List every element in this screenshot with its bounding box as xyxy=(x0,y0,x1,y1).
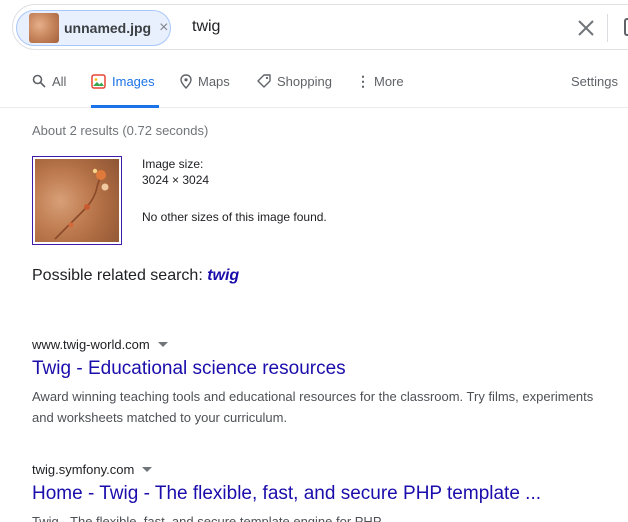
images-icon xyxy=(91,74,106,89)
related-search: Possible related search: twig xyxy=(32,267,239,285)
result-url[interactable]: www.twig-world.com xyxy=(32,337,150,352)
twig-image xyxy=(35,159,119,242)
search-icon xyxy=(32,74,46,88)
search-input[interactable]: twig xyxy=(192,18,220,36)
no-other-sizes-text: No other sizes of this image found. xyxy=(142,210,327,224)
tab-images-label: Images xyxy=(112,74,155,89)
chip-filename: unnamed.jpg xyxy=(64,20,152,36)
settings-label: Settings xyxy=(571,74,618,89)
search-bar: unnamed.jpg × twig xyxy=(0,0,628,56)
map-pin-icon xyxy=(180,74,192,89)
tab-images[interactable]: Images xyxy=(91,74,159,108)
chip-thumbnail xyxy=(29,13,59,43)
chip-close-icon[interactable]: × xyxy=(159,20,168,36)
tab-shopping[interactable]: Shopping xyxy=(257,74,332,108)
related-search-prefix: Possible related search: xyxy=(32,267,208,284)
search-divider xyxy=(607,14,608,42)
tag-icon xyxy=(257,74,271,88)
image-size-label: Image size: xyxy=(142,157,204,171)
tab-maps-label: Maps xyxy=(198,74,230,89)
image-search-chip[interactable]: unnamed.jpg × xyxy=(16,10,171,46)
result-stats: About 2 results (0.72 seconds) xyxy=(32,123,209,138)
more-vert-icon: ⋮ xyxy=(356,73,370,89)
related-search-link[interactable]: twig xyxy=(207,267,239,284)
clear-icon[interactable] xyxy=(577,19,595,37)
result-url-row: twig.symfony.com xyxy=(32,462,612,477)
camera-icon[interactable] xyxy=(624,18,628,36)
result-title[interactable]: Twig - Educational science resources xyxy=(32,358,612,380)
result-snippet: Award winning teaching tools and educati… xyxy=(32,389,594,425)
tab-all[interactable]: All xyxy=(32,74,66,108)
result-snippet: Twig - The flexible, fast, and secure te… xyxy=(32,514,384,522)
twig-illustration xyxy=(35,159,119,242)
chevron-down-icon[interactable] xyxy=(142,467,153,472)
search-tabs: All Images Maps Shopping ⋮ More Settings xyxy=(0,62,628,108)
tab-more[interactable]: ⋮ More xyxy=(356,74,404,108)
chevron-down-icon[interactable] xyxy=(157,342,168,347)
search-result: www.twig-world.com Twig - Educational sc… xyxy=(32,337,612,428)
tab-maps[interactable]: Maps xyxy=(180,74,230,108)
result-url[interactable]: twig.symfony.com xyxy=(32,462,134,477)
search-result: twig.symfony.com Home - Twig - The flexi… xyxy=(32,462,612,522)
tab-all-label: All xyxy=(52,74,67,89)
tab-more-label: More xyxy=(374,74,404,89)
tab-shopping-label: Shopping xyxy=(277,74,332,89)
result-url-row: www.twig-world.com xyxy=(32,337,612,352)
image-size-value: 3024 × 3024 xyxy=(142,173,210,187)
result-title[interactable]: Home - Twig - The flexible, fast, and se… xyxy=(32,483,612,505)
settings-link[interactable]: Settings xyxy=(571,74,618,108)
query-image-thumbnail[interactable] xyxy=(32,156,122,245)
